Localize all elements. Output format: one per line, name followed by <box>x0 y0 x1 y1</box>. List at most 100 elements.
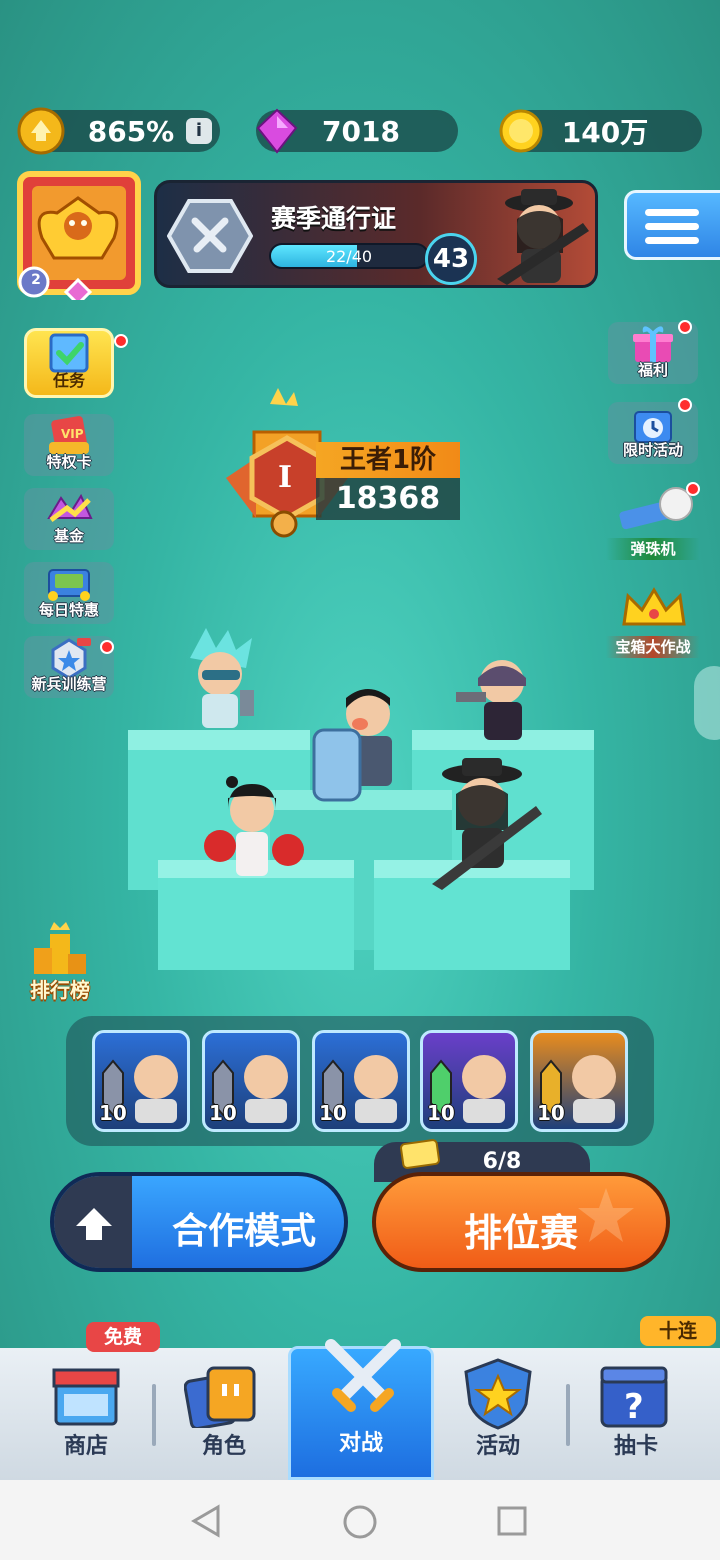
limited-time-clock-icon <box>634 411 672 443</box>
hero-portrait <box>244 1055 288 1123</box>
home-icon[interactable] <box>342 1504 378 1540</box>
fund-gems-icon <box>47 493 93 522</box>
team-slot[interactable]: 10 <box>530 1030 628 1132</box>
system-nav-bar <box>0 1480 720 1560</box>
gift-box-icon <box>633 326 673 362</box>
main-menu-button[interactable] <box>624 190 720 260</box>
crossed-swords-icon <box>325 1339 401 1412</box>
ticket-icon <box>400 1139 440 1169</box>
info-icon[interactable]: i <box>186 118 212 144</box>
coin-icon <box>499 109 543 153</box>
hero-portrait <box>134 1055 178 1123</box>
welfare-notification-dot <box>678 320 692 334</box>
coop-mode-button[interactable]: 合作模式 <box>50 1172 348 1272</box>
side-drawer-handle[interactable] <box>694 666 720 740</box>
player-level: 2 <box>31 272 41 288</box>
shop-free-tag: 免费 <box>86 1322 160 1352</box>
season-pass-level: 43 <box>425 233 477 285</box>
nav-event-label: 活动 <box>475 1434 520 1459</box>
nav-battle[interactable]: 对战 <box>288 1339 434 1480</box>
nav-draw[interactable]: ? 抽卡 <box>566 1348 706 1480</box>
back-icon[interactable] <box>190 1504 222 1538</box>
ranked-tickets-value: 6/8 <box>482 1149 522 1174</box>
hero-level: 10 <box>99 1101 127 1125</box>
hero-portrait <box>354 1055 398 1123</box>
leaderboard-label: 排行榜 <box>30 978 90 1002</box>
draw-ten-tag: 十连 <box>640 1316 716 1346</box>
expand-arrow-button[interactable] <box>54 1176 132 1268</box>
fund-label: 基金 <box>53 527 84 545</box>
season-pass-title: 赛季通行证 <box>271 204 397 233</box>
task-label: 任务 <box>52 371 85 390</box>
pinball-icon <box>619 487 693 530</box>
rookie-badge-icon <box>51 638 91 678</box>
fund-button[interactable]: 基金 <box>24 488 114 550</box>
nav-hero-label: 角色 <box>201 1434 246 1459</box>
limited-notification-dot <box>678 398 692 412</box>
game-scene: 865% i 7018 140万 2 赛季通行证 22/40 43 任务 VIP… <box>0 0 720 1480</box>
hero-portrait <box>572 1055 616 1123</box>
nav-hero[interactable]: 角色 <box>154 1348 294 1480</box>
svg-text:?: ? <box>624 1387 644 1427</box>
team-slot[interactable]: 10 <box>420 1030 518 1132</box>
character-masked <box>456 660 526 740</box>
gem-value: 7018 <box>322 114 400 148</box>
trophy-resource[interactable]: 865% i <box>17 107 220 155</box>
chest-battle-button[interactable]: 宝箱大作战 <box>606 584 700 660</box>
swords-badge-icon <box>167 199 253 273</box>
daily-deal-button[interactable]: 每日特惠 <box>24 562 114 624</box>
character-cyan-hair <box>190 628 254 728</box>
task-notification-dot <box>114 334 128 348</box>
character-shield <box>312 689 392 802</box>
coop-mode-label: 合作模式 <box>171 1211 316 1252</box>
gem-resource[interactable]: 7018 <box>256 108 458 154</box>
ranked-mode-label: 排位赛 <box>463 1211 578 1255</box>
coin-resource[interactable]: 140万 <box>499 109 702 153</box>
rank-roman-numeral: I <box>277 460 293 495</box>
vip-card-button[interactable]: VIP 特权卡 <box>24 414 114 476</box>
star-shield-icon <box>464 1358 532 1430</box>
leaderboard-podium-icon <box>34 922 86 974</box>
hero-level: 10 <box>537 1101 565 1125</box>
pinball-label: 弹珠机 <box>606 538 700 560</box>
svg-text:VIP: VIP <box>61 427 84 441</box>
rank-score: 18368 <box>316 478 460 520</box>
pinball-button[interactable]: 弹珠机 <box>606 486 700 562</box>
nav-shop-label: 商店 <box>63 1434 108 1459</box>
team-slot[interactable]: 10 <box>312 1030 410 1132</box>
hero-level: 10 <box>427 1101 455 1125</box>
season-pass-progress-text: 22/40 <box>325 247 373 266</box>
shop-icon <box>52 1368 120 1426</box>
trophy-value: 865% <box>87 114 175 148</box>
team-slot[interactable]: 10 <box>202 1030 300 1132</box>
hero-cards-icon <box>184 1366 256 1428</box>
hero-level: 10 <box>209 1101 237 1125</box>
welfare-label: 福利 <box>637 361 668 379</box>
nav-draw-label: 抽卡 <box>613 1434 658 1459</box>
rocker-character-art <box>497 189 589 285</box>
character-cheerleader <box>204 776 304 876</box>
trophy-icon <box>17 107 65 155</box>
daily-deal-icon <box>48 569 90 601</box>
rank-title: 王者1阶 <box>316 442 460 478</box>
season-pass-banner[interactable]: 赛季通行证 22/40 43 <box>154 180 598 288</box>
nav-battle-label: 对战 <box>338 1431 383 1456</box>
task-button[interactable]: 任务 <box>24 328 114 398</box>
leaderboard-button[interactable]: 排行榜 <box>22 920 98 1002</box>
mystery-box-icon: ? <box>600 1366 668 1428</box>
nav-event[interactable]: 活动 <box>428 1348 568 1480</box>
team-slot[interactable]: 10 <box>92 1030 190 1132</box>
character-rocker <box>432 758 542 890</box>
ranked-mode-button[interactable]: 排位赛 <box>372 1172 670 1272</box>
season-pass-progress-bar: 22/40 <box>269 243 429 269</box>
recents-icon[interactable] <box>496 1505 528 1537</box>
chest-battle-label: 宝箱大作战 <box>606 636 700 658</box>
nav-shop[interactable]: 商店 <box>16 1348 156 1480</box>
vip-card-icon: VIP <box>49 416 89 454</box>
pinball-notification-dot <box>686 482 700 496</box>
gold-crown-icon <box>622 587 686 626</box>
coin-value: 140万 <box>561 116 649 149</box>
gem-icon <box>256 108 298 154</box>
rookie-camp-label: 新兵训练营 <box>31 675 107 693</box>
rookie-notification-dot <box>100 640 114 654</box>
